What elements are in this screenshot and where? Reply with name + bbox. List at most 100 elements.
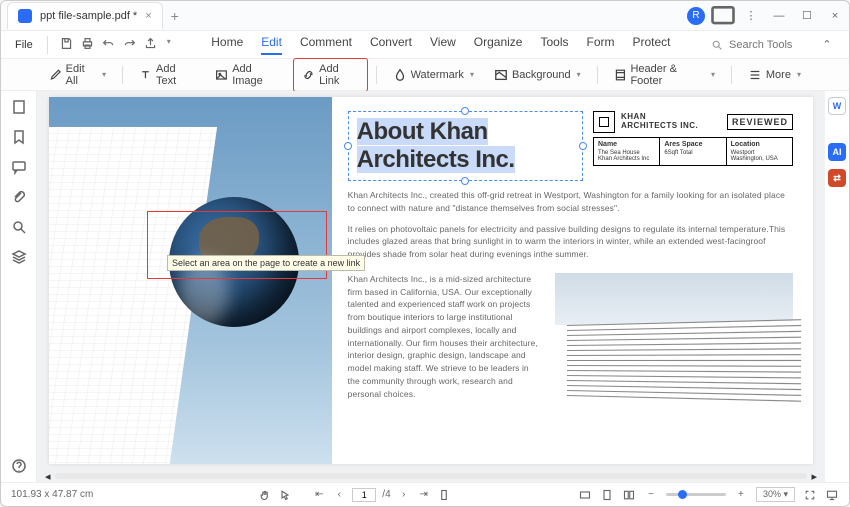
scroll-mode-icon[interactable] <box>437 488 451 502</box>
fullscreen-icon[interactable] <box>803 488 817 502</box>
header-footer-icon <box>614 68 627 82</box>
right-sidebar: W AI ⇄ <box>825 91 849 482</box>
first-page-icon[interactable]: ⇤ <box>312 488 326 502</box>
add-link-button[interactable]: Add Link <box>293 58 367 92</box>
doc-title: About KhanArchitects Inc. <box>357 118 574 174</box>
chat-icon[interactable] <box>709 5 737 27</box>
user-avatar[interactable]: R <box>687 7 705 25</box>
toolbar-expand-icon[interactable]: ⌃ <box>813 34 841 56</box>
zoom-value[interactable]: 30% ▾ <box>756 487 795 502</box>
menu-convert[interactable]: Convert <box>370 35 412 55</box>
close-tab-icon[interactable]: × <box>145 10 151 22</box>
edit-toolbar: Edit All▾ Add Text Add Image Add Link Wa… <box>1 59 849 91</box>
bookmarks-icon[interactable] <box>11 129 27 145</box>
left-sidebar <box>1 91 37 482</box>
hero-image <box>49 97 332 464</box>
paragraph-1: Khan Architects Inc., created this off-g… <box>348 189 793 215</box>
logo-mark-icon <box>593 111 615 133</box>
link-icon <box>302 68 315 82</box>
word-export-icon[interactable]: W <box>828 97 846 115</box>
menu-home[interactable]: Home <box>211 35 243 55</box>
add-text-button[interactable]: Add Text <box>131 59 203 91</box>
watermark-button[interactable]: Watermark▾ <box>385 64 482 86</box>
add-image-button[interactable]: Add Image <box>207 59 289 91</box>
fit-width-icon[interactable] <box>578 488 592 502</box>
help-icon[interactable] <box>11 458 27 474</box>
building-photo <box>555 273 793 403</box>
thumbnails-icon[interactable] <box>11 99 27 115</box>
paragraph-2: It relies on photovoltaic panels for ele… <box>348 223 793 261</box>
resize-handle-left[interactable] <box>344 142 352 150</box>
last-page-icon[interactable]: ⇥ <box>417 488 431 502</box>
pencil-icon <box>49 68 62 82</box>
titlebar: ppt file-sample.pdf * × + R ⋮ — ☐ × <box>1 1 849 31</box>
zoom-in-icon[interactable]: + <box>734 488 748 502</box>
next-page-icon[interactable]: › <box>397 488 411 502</box>
maximize-button[interactable]: ☐ <box>793 5 821 27</box>
resize-handle-right[interactable] <box>579 142 587 150</box>
select-tool-icon[interactable] <box>278 488 292 502</box>
share-icon[interactable] <box>144 37 157 53</box>
image-icon <box>215 68 228 82</box>
document-canvas[interactable]: About KhanArchitects Inc. KHANARCHITECTS… <box>37 91 825 470</box>
main-menu: Home Edit Comment Convert View Organize … <box>175 35 707 55</box>
close-button[interactable]: × <box>821 5 849 27</box>
file-menu[interactable]: File <box>9 35 39 55</box>
search-tools[interactable] <box>711 39 809 51</box>
hand-tool-icon[interactable] <box>258 488 272 502</box>
minimize-button[interactable]: — <box>765 5 793 27</box>
search-panel-icon[interactable] <box>11 219 27 235</box>
resize-handle-bottom[interactable] <box>461 177 469 185</box>
page-total: /4 <box>382 489 390 500</box>
menu-organize[interactable]: Organize <box>474 35 523 55</box>
convert-icon[interactable]: ⇄ <box>828 169 846 187</box>
zoom-out-icon[interactable]: − <box>644 488 658 502</box>
edit-all-button[interactable]: Edit All▾ <box>41 59 114 91</box>
prev-page-icon[interactable]: ‹ <box>332 488 346 502</box>
comments-icon[interactable] <box>11 159 27 175</box>
attachments-icon[interactable] <box>11 189 27 205</box>
fit-page-icon[interactable] <box>600 488 614 502</box>
page-input[interactable] <box>352 488 376 502</box>
watermark-icon <box>393 68 407 82</box>
menubar: File ▾ Home Edit Comment Convert View Or… <box>1 31 849 59</box>
print-icon[interactable] <box>81 37 94 53</box>
save-icon[interactable] <box>60 37 73 53</box>
zoom-slider[interactable] <box>666 493 726 496</box>
menu-tools[interactable]: Tools <box>540 35 568 55</box>
cursor-coordinates: 101.93 x 47.87 cm <box>11 489 131 500</box>
menu-form[interactable]: Form <box>587 35 615 55</box>
text-icon <box>139 68 152 82</box>
document-tab[interactable]: ppt file-sample.pdf * × <box>7 2 163 29</box>
paragraph-3: Khan Architects Inc., is a mid-sized arc… <box>348 273 543 403</box>
new-tab-button[interactable]: + <box>171 8 179 24</box>
qa-more-icon[interactable]: ▾ <box>167 37 171 53</box>
menu-view[interactable]: View <box>430 35 456 55</box>
status-bar: 101.93 x 47.87 cm ⇤ ‹ /4 › ⇥ − + 30% ▾ <box>1 482 849 506</box>
kebab-menu-icon[interactable]: ⋮ <box>737 5 765 27</box>
zoom-thumb[interactable] <box>678 490 687 499</box>
ai-assistant-icon[interactable]: AI <box>828 143 846 161</box>
app-icon <box>18 9 32 23</box>
layers-icon[interactable] <box>11 249 27 265</box>
link-hint-tooltip: Select an area on the page to create a n… <box>167 255 365 271</box>
header-footer-button[interactable]: Header & Footer▾ <box>606 59 723 91</box>
more-icon <box>748 68 762 82</box>
background-button[interactable]: Background▾ <box>486 64 589 86</box>
horizontal-scrollbar[interactable]: ◂▸ <box>37 470 825 482</box>
title-selection-box[interactable]: About KhanArchitects Inc. <box>348 111 583 181</box>
more-button[interactable]: More▾ <box>740 64 809 86</box>
company-logo: KHANARCHITECTS INC. REVIEWED <box>593 111 793 133</box>
presentation-icon[interactable] <box>825 488 839 502</box>
menu-edit[interactable]: Edit <box>261 35 282 55</box>
search-icon <box>711 39 723 51</box>
project-info-table: NameThe Sea House Khan Architects Inc Ar… <box>593 137 793 166</box>
resize-handle-top[interactable] <box>461 107 469 115</box>
redo-icon[interactable] <box>123 37 136 53</box>
undo-icon[interactable] <box>102 37 115 53</box>
read-mode-icon[interactable] <box>622 488 636 502</box>
menu-comment[interactable]: Comment <box>300 35 352 55</box>
menu-protect[interactable]: Protect <box>633 35 671 55</box>
background-icon <box>494 68 508 82</box>
search-input[interactable] <box>729 39 809 51</box>
